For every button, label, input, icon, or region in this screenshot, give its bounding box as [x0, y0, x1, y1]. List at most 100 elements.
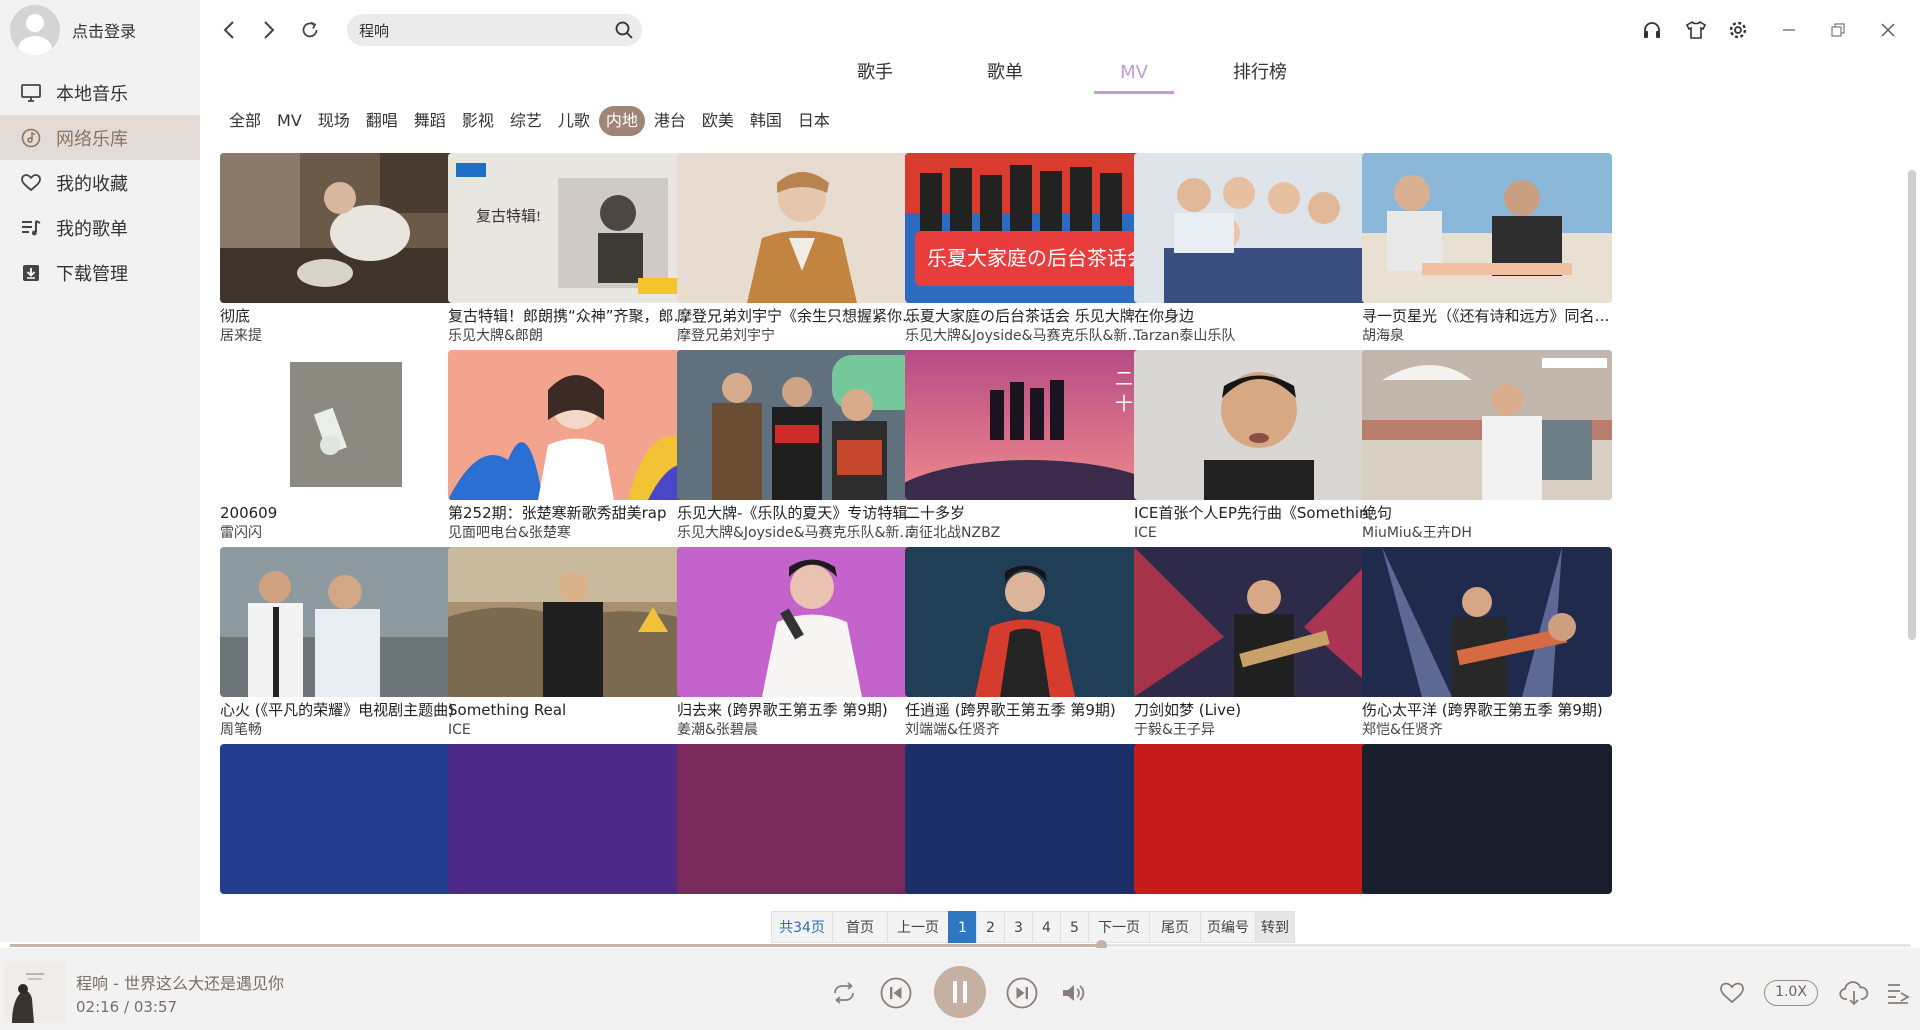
mv-card[interactable] — [220, 744, 470, 894]
mv-artist[interactable]: 南征北战NZBZ — [905, 523, 1155, 543]
refresh-button[interactable] — [296, 16, 324, 44]
mv-artist[interactable]: 乐见大牌&Joyside&马赛克乐队&新裤子 — [905, 326, 1155, 346]
mv-thumbnail[interactable] — [448, 350, 698, 500]
sidebar-item-my-playlists[interactable]: 我的歌单 — [0, 205, 200, 250]
sidebar-item-online-library[interactable]: 网络乐库 — [0, 115, 200, 160]
page-number-button[interactable]: 4 — [1032, 911, 1061, 943]
sidebar-item-favorites[interactable]: 我的收藏 — [0, 160, 200, 205]
mv-title[interactable]: 寻一页星光（《还有诗和远方》同名推广曲） — [1362, 306, 1612, 326]
mv-title[interactable]: Something Real — [448, 700, 698, 720]
minimize-button[interactable] — [1775, 16, 1803, 44]
mv-artist[interactable]: 摩登兄弟刘宇宁 — [677, 326, 927, 346]
mv-card[interactable]: 二十二十多岁 南征北战NZBZ — [905, 350, 1155, 543]
mv-card[interactable]: 乐夏大家庭の后台茶话会 乐夏大家庭の后台茶话会 乐见大牌 乐见大牌&Joyside&… — [905, 153, 1155, 346]
go-to-page-button[interactable]: 转到 — [1255, 911, 1295, 943]
mv-artist[interactable]: ICE — [1134, 523, 1384, 543]
mv-card[interactable] — [677, 744, 927, 894]
mv-title[interactable]: 任逍遥 (跨界歌王第五季 第9期) — [905, 700, 1155, 720]
first-page-button[interactable]: 首页 — [832, 911, 888, 943]
mv-artist[interactable]: 乐见大牌&Joyside&马赛克乐队&新裤子 — [677, 523, 927, 543]
filter-chip[interactable]: 综艺 — [503, 106, 549, 136]
mv-thumbnail[interactable] — [677, 350, 927, 500]
tab-singers[interactable]: 歌手 — [840, 58, 910, 94]
next-page-button[interactable]: 下一页 — [1088, 911, 1150, 943]
mv-card[interactable]: 寻一页星光（《还有诗和远方》同名推广曲）胡海泉 — [1362, 153, 1612, 346]
mv-thumbnail[interactable] — [905, 547, 1155, 697]
repeat-button[interactable] — [830, 979, 858, 1007]
mv-title[interactable]: 二十多岁 — [905, 503, 1155, 523]
filter-chip[interactable]: 现场 — [311, 106, 357, 136]
mv-thumbnail[interactable]: 复古特辑! — [448, 153, 698, 303]
filter-chip[interactable]: 影视 — [455, 106, 501, 136]
mv-thumbnail[interactable] — [220, 153, 470, 303]
mv-artist[interactable]: 周笔畅 — [220, 720, 470, 740]
mv-card[interactable]: 在你身边 Tarzan泰山乐队 — [1134, 153, 1384, 346]
tab-mv[interactable]: MV — [1094, 58, 1174, 94]
like-button[interactable] — [1718, 979, 1746, 1007]
mv-card[interactable]: 归去来 (跨界歌王第五季 第9期) 姜潮&张碧晨 — [677, 547, 927, 740]
forward-button[interactable] — [255, 16, 283, 44]
mv-thumbnail[interactable] — [448, 744, 698, 894]
mv-card[interactable]: 乐见大牌-《乐队的夏天》专访特辑 乐见大牌&Joyside&马赛克乐队&新裤子 — [677, 350, 927, 543]
mv-card[interactable]: 刀剑如梦 (Live) 于毅&王子异 — [1134, 547, 1384, 740]
mv-title[interactable]: 彻底 — [220, 306, 470, 326]
tab-playlists[interactable]: 歌单 — [970, 58, 1040, 94]
previous-button[interactable] — [880, 977, 912, 1009]
mv-thumbnail[interactable] — [448, 547, 698, 697]
mv-title[interactable]: 心火 (《平凡的荣耀》电视剧主题曲) — [220, 700, 470, 720]
mv-artist[interactable]: 乐见大牌&郎朗 — [448, 326, 698, 346]
mv-card[interactable]: 彻底 居来提 — [220, 153, 470, 346]
previous-page-button[interactable]: 上一页 — [887, 911, 949, 943]
mv-title[interactable]: 复古特辑！郎朗携“众神”齐聚，郎朗携“众神”齐聚 — [448, 306, 698, 326]
mv-card[interactable]: 摩登兄弟刘宇宁《余生只想握紧你的手》 摩登兄弟刘宇宁 — [677, 153, 927, 346]
mv-thumbnail[interactable]: 二十 — [905, 350, 1155, 500]
mv-card[interactable]: 伤心太平洋 (跨界歌王第五季 第9期) 郑恺&任贤齐 — [1362, 547, 1612, 740]
mv-artist[interactable]: 郑恺&任贤齐 — [1362, 720, 1612, 740]
mv-title[interactable]: 第252期：张楚寒新歌秀甜美rap — [448, 503, 698, 523]
tab-charts[interactable]: 排行榜 — [1220, 58, 1300, 94]
filter-chip[interactable]: 港台 — [647, 106, 693, 136]
mv-card[interactable] — [448, 744, 698, 894]
page-number-button[interactable]: 1 — [948, 911, 977, 943]
page-number-button[interactable]: 5 — [1060, 911, 1089, 943]
filter-chip[interactable]: 欧美 — [695, 106, 741, 136]
settings-button[interactable] — [1724, 16, 1752, 44]
mv-thumbnail[interactable]: 乐夏大家庭の后台茶话会 — [905, 153, 1155, 303]
filter-chip[interactable]: 舞蹈 — [407, 106, 453, 136]
mv-artist[interactable]: 居来提 — [220, 326, 470, 346]
sidebar-item-local-music[interactable]: 本地音乐 — [0, 70, 200, 115]
filter-chip[interactable]: 韩国 — [743, 106, 789, 136]
skin-button[interactable] — [1682, 16, 1710, 44]
playback-speed-button[interactable]: 1.0X — [1764, 980, 1818, 1006]
mv-thumbnail[interactable] — [1134, 744, 1384, 894]
playback-progress-bar[interactable] — [10, 940, 1910, 951]
mv-thumbnail[interactable] — [1134, 547, 1384, 697]
search-box[interactable] — [347, 14, 642, 46]
avatar[interactable] — [10, 5, 60, 55]
mv-thumbnail[interactable] — [220, 350, 470, 500]
volume-button[interactable] — [1060, 979, 1088, 1007]
mv-thumbnail[interactable] — [905, 744, 1155, 894]
restore-button[interactable] — [1824, 16, 1852, 44]
mv-artist[interactable]: 雷闪闪 — [220, 523, 470, 543]
headphones-button[interactable] — [1638, 16, 1666, 44]
mv-artist[interactable]: 姜潮&张碧晨 — [677, 720, 927, 740]
album-cover[interactable] — [4, 961, 66, 1023]
search-icon[interactable] — [614, 20, 634, 40]
back-button[interactable] — [215, 16, 243, 44]
mv-card[interactable]: 复古特辑! 复古特辑！郎朗携“众神”齐聚，郎朗携“众神”齐聚乐见大牌&郎朗 — [448, 153, 698, 346]
cloud-download-button[interactable] — [1838, 978, 1870, 1008]
mv-artist[interactable]: Tarzan泰山乐队 — [1134, 326, 1384, 346]
mv-artist[interactable]: 胡海泉 — [1362, 326, 1612, 346]
mv-artist[interactable]: MiuMiu&王卉DH — [1362, 523, 1612, 543]
page-number-button[interactable]: 2 — [976, 911, 1005, 943]
user-login[interactable]: 点击登录 — [10, 5, 136, 55]
search-input[interactable] — [347, 14, 607, 46]
mv-card[interactable] — [1134, 744, 1384, 894]
mv-thumbnail[interactable] — [220, 547, 470, 697]
next-button[interactable] — [1006, 977, 1038, 1009]
mv-card[interactable]: 任逍遥 (跨界歌王第五季 第9期) 刘端端&任贤齐 — [905, 547, 1155, 740]
mv-card[interactable] — [905, 744, 1155, 894]
scrollbar-thumb[interactable] — [1908, 170, 1916, 640]
mv-card[interactable]: 绝句 MiuMiu&王卉DH — [1362, 350, 1612, 543]
